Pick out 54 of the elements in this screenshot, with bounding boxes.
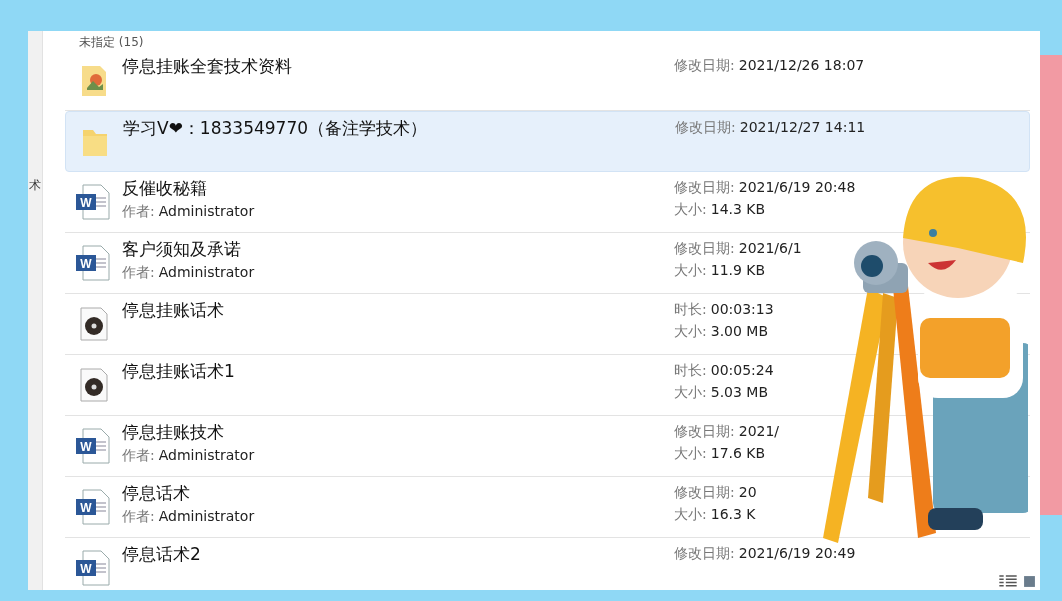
detail-label: 修改日期:	[674, 239, 735, 258]
nav-item-text[interactable]: 术	[29, 177, 41, 193]
detail-value: 2021/6/19 20:48	[738, 178, 856, 197]
file-name: 学习V❤：1833549770（备注学技术）	[123, 117, 428, 140]
detail-value: 14.3 KB	[710, 200, 766, 219]
author-label: 作者:	[122, 202, 155, 221]
detail-value: 20	[738, 483, 757, 502]
detail-value: 16.3 K	[710, 505, 756, 524]
tiles-view-icon[interactable]	[1023, 575, 1036, 588]
detail-label: 大小:	[674, 261, 707, 280]
author-value: Administrator	[158, 263, 255, 282]
detail-value: 2021/6/1	[738, 239, 802, 258]
file-name: 停息话术2	[122, 543, 201, 566]
detail-value: 2021/12/27 14:11	[739, 118, 866, 137]
detail-value: 17.6 KB	[710, 444, 766, 463]
detail-label: 时长:	[674, 300, 707, 319]
music-file-icon	[78, 367, 109, 403]
author-value: Administrator	[158, 507, 255, 526]
file-name: 停息挂账话术1	[122, 360, 235, 383]
detail-value: 2021/	[738, 422, 780, 441]
music-file-icon	[78, 306, 109, 342]
file-row[interactable]: 学习V❤：1833549770（备注学技术） 修改日期: 2021/12/27 14:11	[65, 111, 1030, 172]
detail-value: 2021/6/19 20:49	[738, 544, 856, 563]
file-name: 停息挂账全套技术资料	[122, 55, 292, 78]
detail-label: 大小:	[674, 200, 707, 219]
detail-label: 大小:	[674, 444, 707, 463]
details-view-icon[interactable]	[999, 575, 1017, 588]
file-name: 停息话术	[122, 482, 190, 505]
detail-label: 修改日期:	[674, 483, 735, 502]
file-name: 客户须知及承诺	[122, 238, 241, 261]
file-name: 停息挂账话术	[122, 299, 224, 322]
detail-label: 时长:	[674, 361, 707, 380]
detail-value: 00:05:24	[710, 361, 774, 380]
group-header[interactable]: 未指定 (15)	[65, 34, 144, 50]
detail-label: 修改日期:	[675, 118, 736, 137]
detail-label: 大小:	[674, 383, 707, 402]
detail-value: 5.03 MB	[710, 383, 769, 402]
detail-label: 大小:	[674, 505, 707, 524]
file-name: 停息挂账技术	[122, 421, 224, 444]
detail-label: 修改日期:	[674, 178, 735, 197]
author-label: 作者:	[122, 263, 155, 282]
author-value: Administrator	[158, 446, 255, 465]
detail-value: 00:03:13	[710, 300, 774, 319]
detail-value: 2021/12/26 18:07	[738, 56, 865, 75]
detail-label: 修改日期:	[674, 544, 735, 563]
detail-label: 修改日期:	[674, 56, 735, 75]
author-label: 作者:	[122, 507, 155, 526]
file-name: 反催收秘籍	[122, 177, 207, 200]
detail-label: 大小:	[674, 322, 707, 341]
author-value: Administrator	[158, 202, 255, 221]
detail-value: 11.9 KB	[710, 261, 766, 280]
detail-value: 3.00 MB	[710, 322, 769, 341]
detail-label: 修改日期:	[674, 422, 735, 441]
author-label: 作者:	[122, 446, 155, 465]
